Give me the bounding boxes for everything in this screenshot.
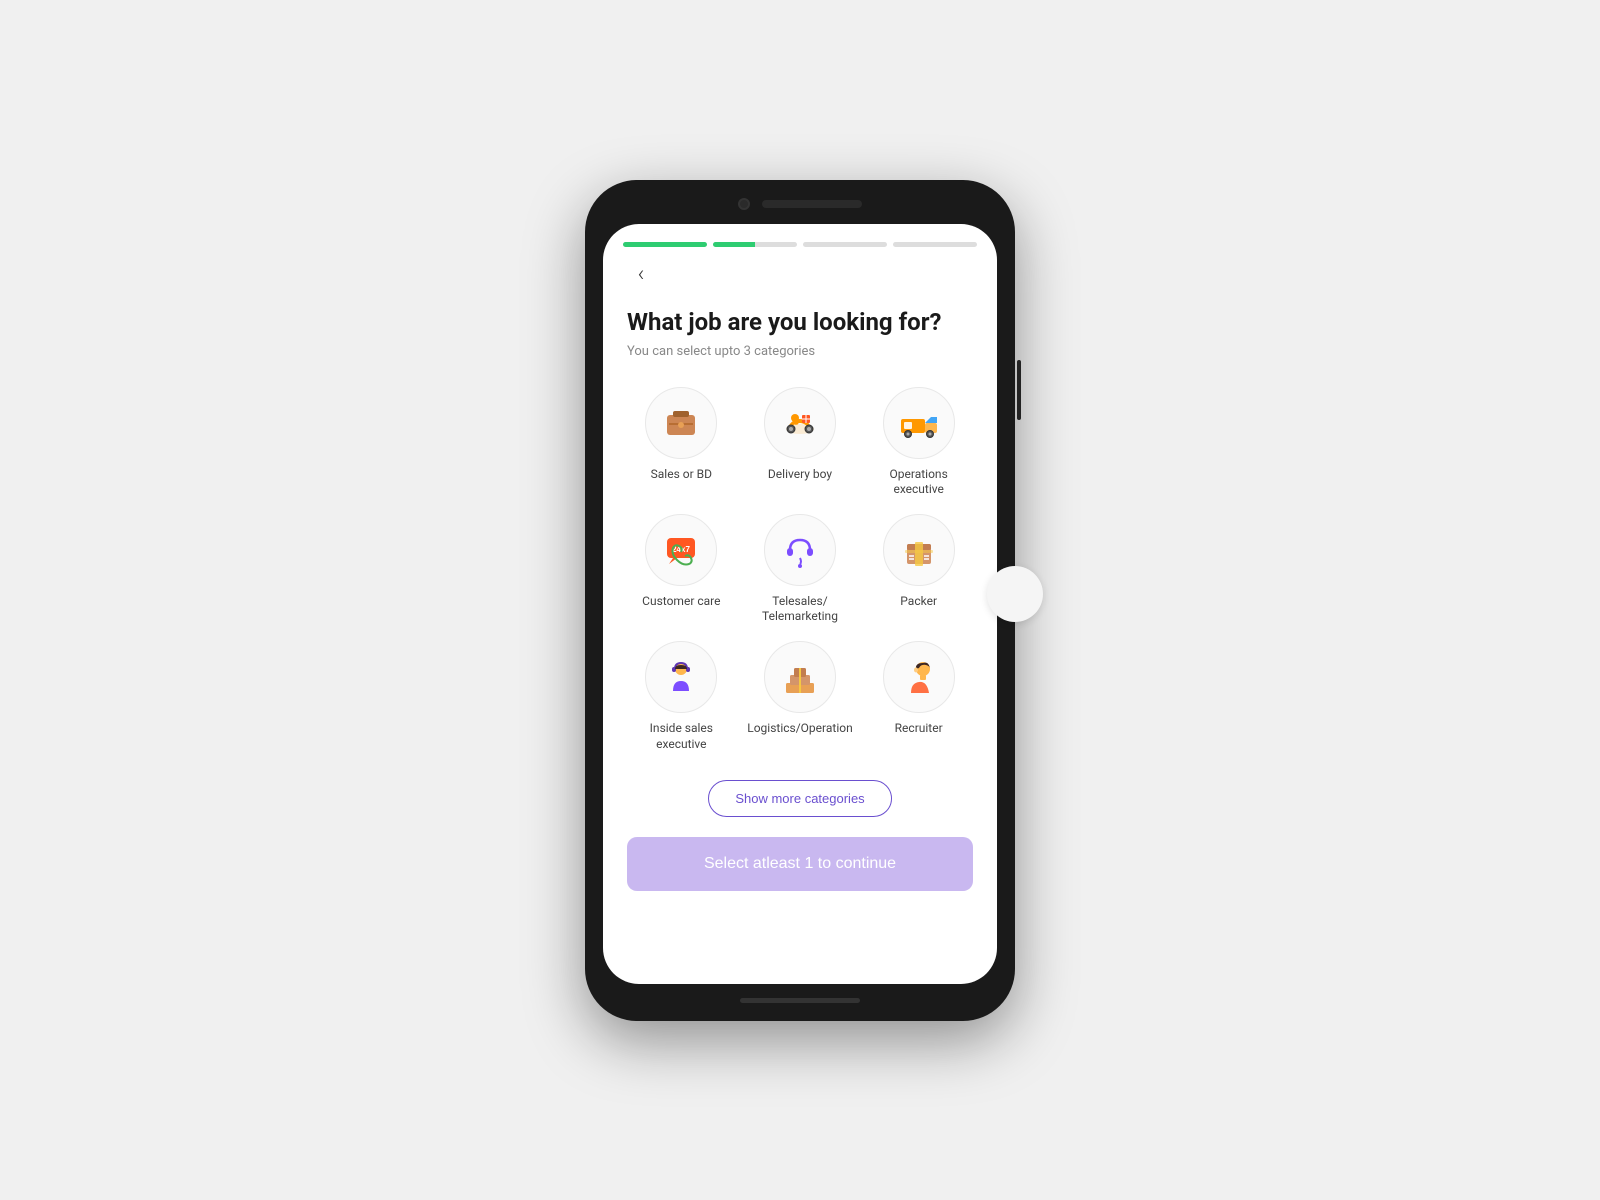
category-icon-recruiter [883,641,955,713]
progress-segment-3 [803,242,887,247]
category-icon-logistics [764,641,836,713]
category-item-telesales[interactable]: Telesales/ Telemarketing [746,514,855,625]
category-item-recruiter[interactable]: Recruiter [864,641,973,752]
page-title: What job are you looking for? [627,307,973,338]
category-label-logistics: Logistics/Operation [747,721,852,737]
progress-bar-area [603,224,997,257]
progress-segment-2 [713,242,797,247]
category-item-operations-executive[interactable]: Operations executive [864,387,973,498]
category-item-logistics[interactable]: Logistics/Operation [746,641,855,752]
category-icon-customer-care: 24x7 [645,514,717,586]
show-more-categories-button[interactable]: Show more categories [708,780,891,817]
back-button[interactable]: ‹ [623,257,659,293]
category-grid: Sales or BD [627,387,973,753]
phone-device: ‹ What job are you looking for? You can … [585,180,1015,1021]
category-label-sales-bd: Sales or BD [651,467,712,483]
category-label-telesales: Telesales/ Telemarketing [746,594,855,625]
category-item-sales-bd[interactable]: Sales or BD [627,387,736,498]
phone-screen: ‹ What job are you looking for? You can … [603,224,997,984]
category-label-operations-executive: Operations executive [864,467,973,498]
floating-circle [987,566,1043,622]
category-icon-sales-bd [645,387,717,459]
category-item-inside-sales[interactable]: Inside sales executive [627,641,736,752]
side-button-right [1017,360,1021,420]
progress-segment-4 [893,242,977,247]
category-icon-operations-executive [883,387,955,459]
category-icon-inside-sales [645,641,717,713]
category-label-inside-sales: Inside sales executive [627,721,736,752]
continue-button[interactable]: Select atleast 1 to continue [627,837,973,891]
screen-content: ‹ What job are you looking for? You can … [603,257,997,922]
back-icon: ‹ [638,262,645,287]
show-more-categories-container: Show more categories [627,780,973,817]
page-subtitle: You can select upto 3 categories [627,344,973,359]
phone-camera [738,198,750,210]
category-label-delivery-boy: Delivery boy [768,467,832,483]
phone-bottom-bar [603,998,997,1003]
progress-segment-1 [623,242,707,247]
category-item-customer-care[interactable]: 24x7 Customer care [627,514,736,625]
category-icon-telesales [764,514,836,586]
category-item-delivery-boy[interactable]: Delivery boy [746,387,855,498]
category-label-customer-care: Customer care [642,594,720,610]
category-label-recruiter: Recruiter [895,721,943,737]
phone-speaker [762,200,862,208]
category-item-packer[interactable]: Packer [864,514,973,625]
category-icon-packer [883,514,955,586]
phone-top-bar [603,198,997,210]
category-label-packer: Packer [900,594,937,610]
phone-home-bar [740,998,860,1003]
category-icon-delivery-boy [764,387,836,459]
